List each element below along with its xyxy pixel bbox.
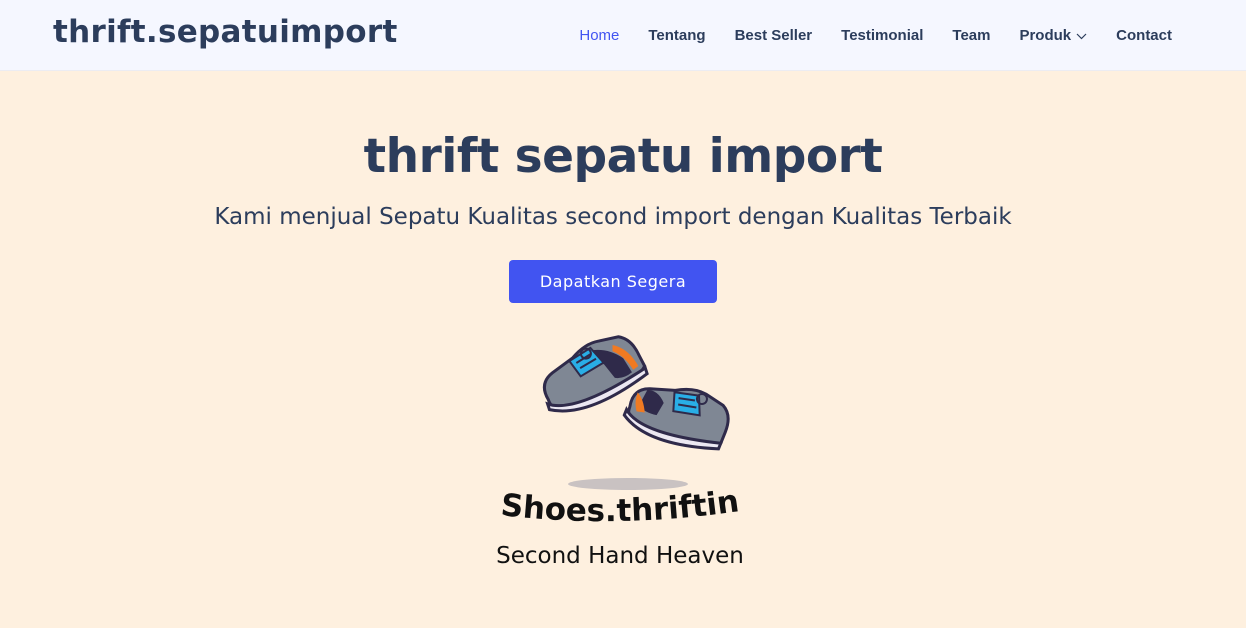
- nav-link-produk-label: Produk: [1019, 27, 1072, 44]
- nav-link-contact[interactable]: Contact: [1116, 27, 1172, 44]
- tagline: Second Hand Heaven: [496, 543, 744, 569]
- svg-text:Shoes.thrifting: Shoes.thrifting: [490, 481, 741, 529]
- hero-section: thrift sepatu import Kami menjual Sepatu…: [0, 71, 1246, 628]
- nav-item-produk: Produk: [1019, 27, 1087, 44]
- nav-item-tentang: Tentang: [648, 27, 705, 44]
- hero-title: thrift sepatu import: [363, 129, 883, 184]
- brand-text: Shoes.thrifting: [490, 481, 741, 529]
- site-logo[interactable]: thrift.sepatuimport: [53, 14, 398, 50]
- hero-subtitle: Kami menjual Sepatu Kualitas second impo…: [214, 204, 1012, 230]
- nav-link-testimonial[interactable]: Testimonial: [841, 27, 923, 44]
- navbar: thrift.sepatuimport Home Tentang Best Se…: [0, 0, 1246, 71]
- nav-item-team: Team: [952, 27, 990, 44]
- chevron-down-icon: [1076, 27, 1087, 44]
- nav-link-tentang[interactable]: Tentang: [648, 27, 705, 44]
- nav-link-home[interactable]: Home: [579, 27, 619, 44]
- nav-link-team[interactable]: Team: [952, 27, 990, 44]
- nav-menu: Home Tentang Best Seller Testimonial Tea…: [550, 0, 1172, 71]
- nav-link-produk[interactable]: Produk: [1019, 27, 1087, 44]
- nav-link-best-seller[interactable]: Best Seller: [735, 27, 813, 44]
- nav-item-home: Home: [579, 27, 619, 44]
- sneakers-illustration: [542, 335, 730, 490]
- shoes-thrifting-logo: Shoes.thrifting: [490, 481, 741, 529]
- nav-item-testimonial: Testimonial: [841, 27, 923, 44]
- nav-item-best-seller: Best Seller: [735, 27, 813, 44]
- get-now-button[interactable]: Dapatkan Segera: [509, 260, 717, 303]
- nav-item-contact: Contact: [1116, 27, 1172, 44]
